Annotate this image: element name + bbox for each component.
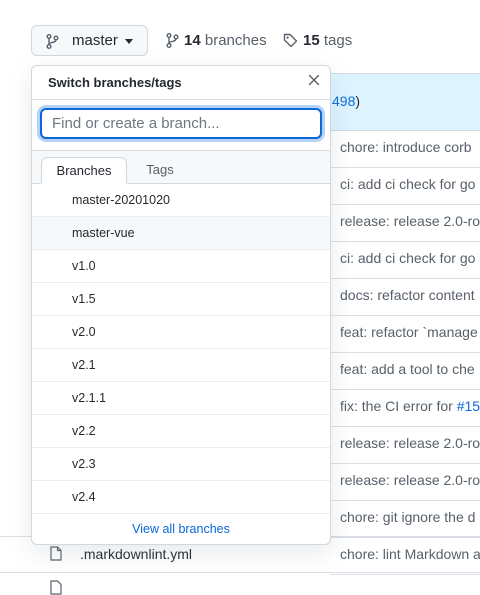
dropdown-header: Switch branches/tags xyxy=(32,66,330,100)
row-divider xyxy=(0,572,480,573)
branches-word: branches xyxy=(204,32,267,49)
chevron-down-icon xyxy=(125,39,133,44)
commit-message[interactable]: fix: the CI error for #15 xyxy=(340,398,480,414)
tags-word: tags xyxy=(323,32,353,49)
commit-message[interactable]: ci: add ci check for go xyxy=(340,176,480,192)
commit-message[interactable]: feat: refactor `manage xyxy=(340,324,480,340)
branch-search-input[interactable] xyxy=(40,108,322,139)
branch-item[interactable]: master-vue xyxy=(32,217,330,250)
git-branch-icon xyxy=(166,33,179,48)
commit-message[interactable]: chore: git ignore the d xyxy=(340,509,480,525)
issue-link[interactable]: #15 xyxy=(457,398,480,414)
branch-item[interactable]: v2.1.1 xyxy=(32,382,330,415)
branch-item[interactable]: v2.3 xyxy=(32,448,330,481)
branch-list: master-20201020 master-vue v1.0 v1.5 v2.0 v2.… xyxy=(32,184,330,514)
branch-name: v1.5 xyxy=(72,292,96,306)
commit-message[interactable]: release: release 2.0-ro xyxy=(340,472,480,488)
commit-message[interactable]: docs: refactor content xyxy=(340,287,480,303)
file-icon xyxy=(50,546,62,561)
branches-count: 14 xyxy=(184,32,201,49)
tab-branches[interactable]: Branches xyxy=(41,157,127,184)
branch-item[interactable]: v2.4 xyxy=(32,481,330,514)
branches-link[interactable]: 14 branches xyxy=(166,32,267,49)
branch-name: v2.3 xyxy=(72,457,96,471)
branch-name: v2.1 xyxy=(72,358,96,372)
branch-item[interactable]: master-20201020 xyxy=(32,184,330,217)
branch-item[interactable]: v1.0 xyxy=(32,250,330,283)
branch-name: v1.0 xyxy=(72,259,96,273)
close-icon[interactable] xyxy=(308,74,320,86)
dropdown-search-area xyxy=(32,100,330,151)
tag-icon xyxy=(283,33,298,48)
branch-item[interactable]: v2.0 xyxy=(32,316,330,349)
branch-name: master-20201020 xyxy=(72,193,170,207)
branch-item[interactable]: v2.2 xyxy=(32,415,330,448)
branch-name: v2.1.1 xyxy=(72,391,107,405)
tags-link[interactable]: 15 tags xyxy=(283,32,352,49)
file-name[interactable]: .markdownlint.yml xyxy=(80,546,192,562)
commit-pr-link[interactable]: 498) xyxy=(332,93,360,109)
branch-name: v2.2 xyxy=(72,424,96,438)
branch-item[interactable]: v1.5 xyxy=(32,283,330,316)
dropdown-title: Switch branches/tags xyxy=(48,75,182,90)
view-all-branches-link[interactable]: View all branches xyxy=(32,515,330,544)
git-branch-icon xyxy=(46,34,59,49)
dropdown-tabs: Branches Tags xyxy=(32,151,330,184)
commit-message[interactable]: chore: introduce corb xyxy=(340,139,480,155)
commit-message[interactable]: ci: add ci check for go xyxy=(340,250,480,266)
branch-switcher-dropdown: Switch branches/tags Branches Tags maste… xyxy=(31,65,331,545)
commit-message[interactable]: chore: lint Markdown a xyxy=(340,546,480,562)
tab-tags[interactable]: Tags xyxy=(132,157,188,184)
commit-message[interactable]: feat: add a tool to che xyxy=(340,361,480,377)
branch-select-button[interactable]: master xyxy=(31,25,148,56)
branch-name: master-vue xyxy=(72,226,135,240)
commit-message[interactable]: release: release 2.0-ro xyxy=(340,435,480,451)
branch-name: v2.4 xyxy=(72,490,96,504)
file-icon xyxy=(50,580,62,595)
branch-name: v2.0 xyxy=(72,325,96,339)
tags-count: 15 xyxy=(303,32,320,49)
current-branch-label: master xyxy=(72,32,118,49)
branch-item[interactable]: v2.1 xyxy=(32,349,330,382)
commit-message[interactable]: release: release 2.0-ro xyxy=(340,213,480,229)
